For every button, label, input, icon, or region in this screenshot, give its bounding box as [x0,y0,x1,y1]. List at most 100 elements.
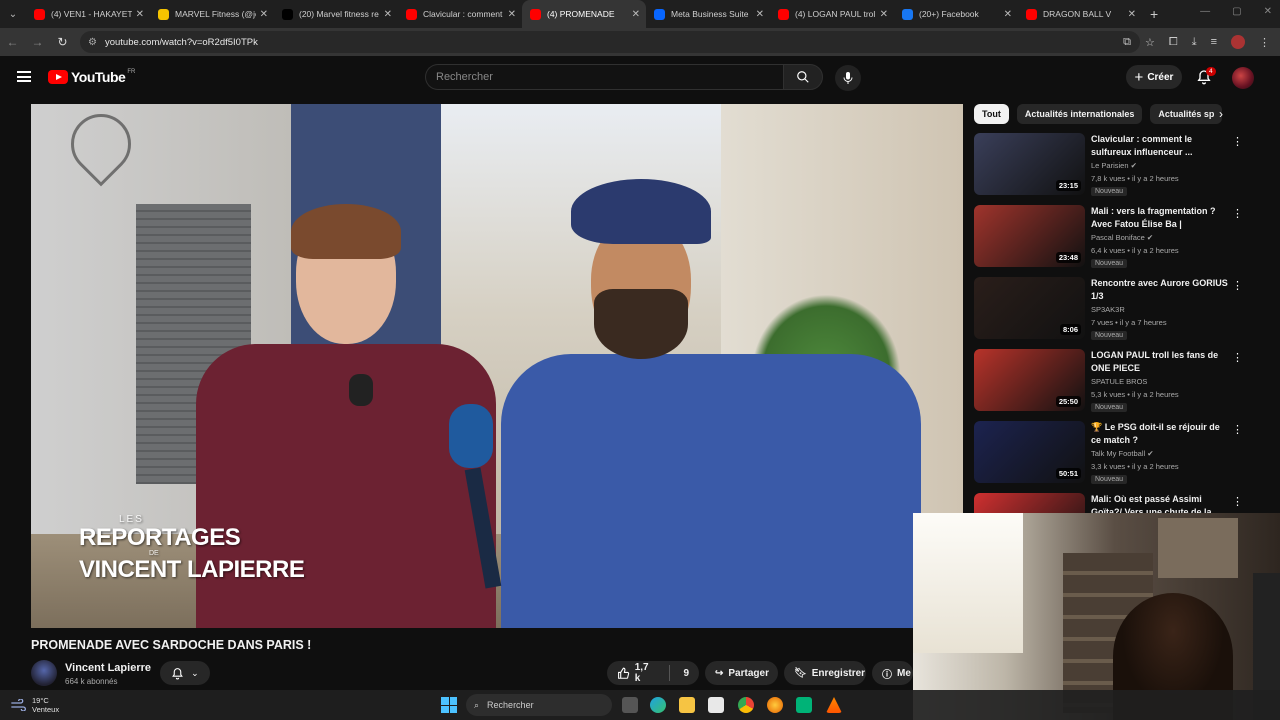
recommendation-title[interactable]: Clavicular : comment le sulfureux influe… [1091,133,1229,158]
download-icon[interactable]: ⤓ [1192,36,1197,49]
recommendation-title[interactable]: Rencontre avec Aurore GORIUS 1/3 [1091,277,1229,302]
share-button[interactable]: ↪ Partager [705,661,778,685]
weather-widget[interactable]: 19°C Venteux [10,696,59,714]
new-badge: Nouveau [1091,331,1128,340]
filter-chip[interactable]: Actualités internationales [1016,104,1143,124]
forward-button[interactable]: → [25,35,50,49]
thumbs-up-icon[interactable] [617,667,630,680]
edge-icon[interactable] [650,697,666,713]
recommendation-item[interactable]: 50:51 🏆 Le PSG doit-il se réjouir de ce m… [974,421,1244,487]
account-avatar[interactable] [1232,67,1254,89]
browser-tab[interactable]: (20+) Facebook ✕ [894,0,1018,28]
recommendation-title[interactable]: 🏆 Le PSG doit-il se réjouir de ce match … [1091,421,1229,446]
maximize-button[interactable]: ▢ [1232,6,1241,17]
notification-count-badge: 4 [1206,67,1216,76]
create-button[interactable]: + Créer [1126,65,1182,89]
search-button[interactable] [783,64,823,90]
reload-button[interactable]: ↻ [50,35,75,49]
recommendation-thumbnail[interactable]: 23:15 [974,133,1085,195]
browser-tab[interactable]: DRAGON BALL V ✕ [1018,0,1142,28]
file-explorer-icon[interactable] [679,697,695,713]
tab-close-icon[interactable]: ✕ [756,9,764,20]
browser-tab[interactable]: (4) PROMENADE ✕ [522,0,646,28]
task-view-icon[interactable] [622,697,638,713]
dislike-count[interactable]: 9 [683,668,689,679]
app-green-icon[interactable] [796,697,812,713]
site-info-icon[interactable]: ⚙ [88,37,97,48]
tab-favicon-icon [158,8,169,20]
recommendation-channel[interactable]: Talk My Football ✔ [1091,449,1154,458]
browser-tab[interactable]: Meta Business Suite ✕ [646,0,770,28]
cast-icon[interactable]: ⧉ [1123,36,1131,49]
firefox-icon[interactable] [767,697,783,713]
browser-tab[interactable]: (4) LOGAN PAUL trol ✕ [770,0,894,28]
more-options-icon[interactable]: ⋮ [1232,495,1243,508]
more-options-icon[interactable]: ⋮ [1232,135,1243,148]
recommendation-title[interactable]: Mali : vers la fragmentation ? Avec Fato… [1091,205,1229,231]
recommendation-thumbnail[interactable]: 50:51 [974,421,1085,483]
tab-close-icon[interactable]: ✕ [1004,9,1012,20]
video-duration: 23:48 [1055,252,1081,263]
tab-close-icon[interactable]: ✕ [384,9,392,20]
recommendation-channel[interactable]: SP3AK3R [1091,305,1125,314]
recommendation-item[interactable]: 23:48 Mali : vers la fragmentation ? Avec… [974,205,1244,271]
extensions-icon[interactable]: ⧠ [1169,36,1178,49]
store-icon[interactable] [708,697,724,713]
media-control-icon[interactable]: ≡ [1211,36,1217,48]
channel-label: Le Parisien [1091,161,1129,170]
minimize-button[interactable]: — [1200,6,1210,17]
browser-menu-icon[interactable]: ⋮ [1259,36,1270,49]
tab-close-icon[interactable]: ✕ [880,9,888,20]
recommendation-channel[interactable]: SPATULE BROS [1091,377,1147,386]
browser-tab[interactable]: Clavicular : comment ✕ [398,0,522,28]
new-tab-button[interactable]: + [1150,6,1158,22]
tab-search-button[interactable]: ⌄ [0,0,26,28]
profile-icon[interactable] [1231,35,1245,49]
recommendation-item[interactable]: 23:15 Clavicular : comment le sulfureux i… [974,133,1244,199]
taskbar-search[interactable]: ⌕ Rechercher [466,694,612,716]
more-actions-button[interactable]: ⓘ Me [872,661,913,685]
recommendation-thumbnail[interactable]: 23:48 [974,205,1085,267]
channel-avatar[interactable] [31,660,57,686]
recommendation-thumbnail[interactable]: 25:50 [974,349,1085,411]
video-player[interactable]: LES REPORTAGES DE VINCENT LAPIERRE [31,104,963,628]
tab-close-icon[interactable]: ✕ [632,9,640,20]
chrome-icon[interactable] [738,697,754,713]
windows-start-icon[interactable] [441,697,457,713]
recommendation-channel[interactable]: Le Parisien ✔ [1091,161,1137,170]
vlc-icon[interactable] [826,697,842,713]
more-options-icon[interactable]: ⋮ [1232,279,1243,292]
voice-search-button[interactable] [835,65,861,91]
url-field[interactable]: ⚙ youtube.com/watch?v=oR2df5I0TPk [80,31,1140,53]
close-window-button[interactable]: ✕ [1264,6,1272,17]
recommendation-thumbnail[interactable]: 8:06 [974,277,1085,339]
menu-icon[interactable] [17,71,31,82]
youtube-logo[interactable]: YouTube FR [48,69,135,85]
browser-tab[interactable]: (20) Marvel fitness re ✕ [274,0,398,28]
more-options-icon[interactable]: ⋮ [1232,351,1243,364]
tab-close-icon[interactable]: ✕ [136,9,144,20]
tab-close-icon[interactable]: ✕ [508,9,516,20]
like-count[interactable]: 1,7 k [635,662,657,684]
more-options-icon[interactable]: ⋮ [1232,423,1243,436]
tab-close-icon[interactable]: ✕ [1128,9,1136,20]
recommendation-item[interactable]: 25:50 LOGAN PAUL troll les fans de ONE PI… [974,349,1244,415]
browser-tab[interactable]: (4) VEN1 - HAKAYET ✕ [26,0,150,28]
weather-text: 19°C Venteux [32,696,59,714]
chevron-right-icon[interactable]: › [1219,107,1223,121]
channel-name[interactable]: Vincent Lapierre [65,662,151,674]
bookmark-star-icon[interactable]: ☆ [1145,36,1155,49]
recommendation-item[interactable]: 8:06 Rencontre avec Aurore GORIUS 1/3 SP3A… [974,277,1244,343]
save-button[interactable]: 🔖︎ Enregistrer [784,661,866,685]
more-options-icon[interactable]: ⋮ [1232,207,1243,220]
back-button[interactable]: ← [0,35,25,49]
tab-close-icon[interactable]: ✕ [260,9,268,20]
browser-tab[interactable]: MARVEL Fitness (@jo ✕ [150,0,274,28]
recommendation-channel[interactable]: Pascal Boniface ✔ [1091,233,1153,242]
like-dislike-group: 1,7 k 9 [607,661,699,685]
filter-chip[interactable]: Tout [974,104,1009,124]
search-input[interactable]: Rechercher [425,64,783,90]
subscribe-bell-button[interactable]: ⌄ [160,661,210,685]
filter-chip[interactable]: Actualités sp [1150,104,1223,124]
recommendation-title[interactable]: LOGAN PAUL troll les fans de ONE PIECE [1091,349,1229,374]
